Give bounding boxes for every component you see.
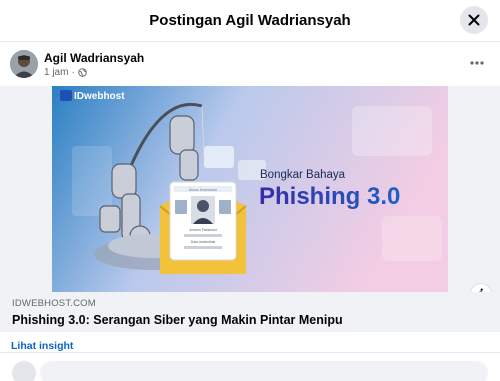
link-title[interactable]: Phishing 3.0: Serangan Siber yang Makin … xyxy=(12,313,343,327)
headline-big: Phishing 3.0 xyxy=(259,183,400,210)
dialog-header: Postingan Agil Wadriansyah xyxy=(0,0,500,42)
post-header: Agil Wadriansyah 1 jam · xyxy=(0,42,500,86)
avatar[interactable] xyxy=(10,50,38,78)
more-options-button[interactable] xyxy=(468,56,486,70)
comment-input[interactable] xyxy=(40,361,488,381)
meta-separator: · xyxy=(71,67,75,78)
see-insights-link[interactable]: Lihat insight xyxy=(11,340,73,352)
link-info[interactable]: IDWEBHOST.COM Phishing 3.0: Serangan Sib… xyxy=(0,292,500,332)
card-field-1: Anonim Password xyxy=(189,228,216,232)
author-name[interactable]: Agil Wadriansyah xyxy=(44,51,144,65)
brand-logo-text: IDwebhost xyxy=(74,91,125,102)
composer-avatar xyxy=(12,361,36,381)
post-time[interactable]: 1 jam xyxy=(44,67,68,78)
headline-small: Bongkar Bahaya xyxy=(260,169,346,181)
close-button[interactable] xyxy=(460,6,488,34)
link-preview-image[interactable]: IDwebhost Akses Keamanan Anonim Password… xyxy=(52,86,448,292)
link-preview-card[interactable]: IDwebhost Akses Keamanan Anonim Password… xyxy=(0,86,500,332)
card-field-2: Data credentials xyxy=(191,240,216,244)
comment-composer xyxy=(0,352,500,381)
link-domain: IDWEBHOST.COM xyxy=(12,298,96,309)
globe-icon xyxy=(78,68,87,77)
post-meta: 1 jam · xyxy=(44,67,87,78)
close-icon xyxy=(468,14,480,26)
card-heading: Akses Keamanan xyxy=(189,188,217,192)
more-horizontal-icon xyxy=(470,61,484,65)
dialog-title: Postingan Agil Wadriansyah xyxy=(149,12,351,29)
